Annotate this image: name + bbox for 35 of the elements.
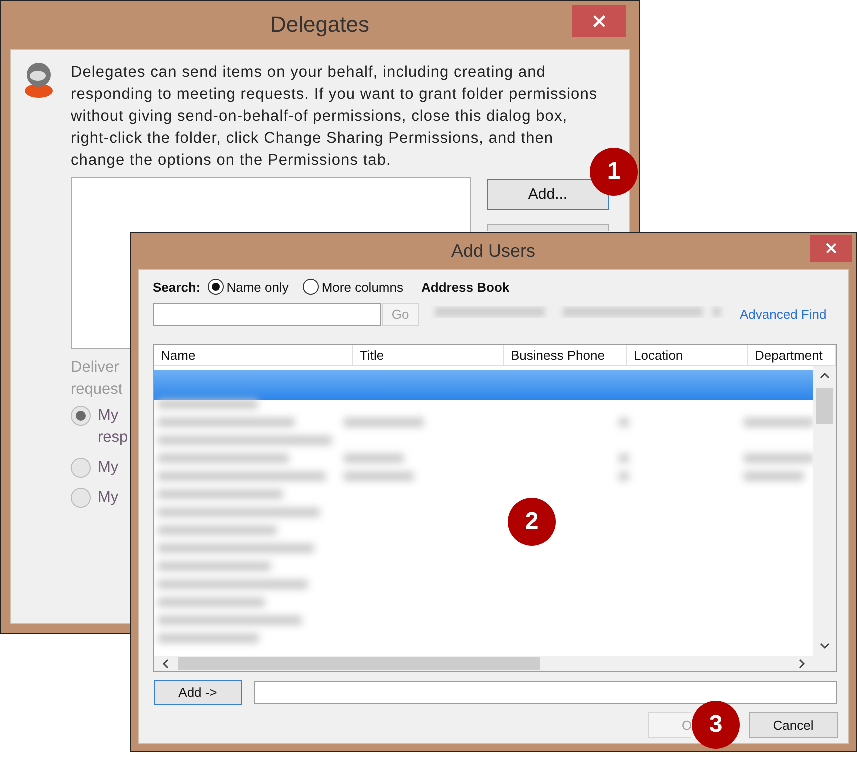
window-title: Delegates [270,12,370,38]
close-icon [826,243,836,254]
column-header[interactable]: Title [353,345,504,365]
horizontal-scrollbar[interactable] [154,656,836,671]
search-label: Search: [153,280,201,294]
close-button[interactable] [572,5,626,37]
radio-label: Name only [226,280,289,294]
option-label: My [98,458,119,478]
cancel-button[interactable]: Cancel [749,712,838,738]
vertical-scrollbar[interactable] [813,366,836,656]
option-label: resp [98,428,128,448]
column-header[interactable]: Department [748,345,836,365]
option-label: My [98,406,120,426]
person-icon [23,62,55,98]
radio-button[interactable] [208,279,224,295]
deliver-label: request [71,380,124,400]
scrollbar-thumb[interactable] [816,388,833,424]
column-header[interactable]: Location [627,345,748,365]
secondary-button[interactable] [487,224,609,231]
advanced-find-link[interactable]: Advanced Find [740,307,827,322]
close-icon [592,14,606,28]
column-header[interactable]: Name [154,345,353,365]
window-title: Add Users [451,240,536,262]
radio-label: More columns [322,280,404,294]
add-button[interactable]: Add... [487,179,609,210]
scrollbar-thumb[interactable] [178,657,540,670]
add-button[interactable]: Add -> [154,680,242,705]
close-button[interactable] [810,235,852,262]
address-book-label: Address Book [421,280,510,294]
option-label: My [98,488,119,508]
deliver-label: Deliver [71,358,120,378]
search-field[interactable] [153,303,381,326]
radio-button[interactable] [302,279,319,295]
column-header[interactable]: Business Phone [504,345,627,365]
selected-users-field[interactable] [254,681,837,704]
